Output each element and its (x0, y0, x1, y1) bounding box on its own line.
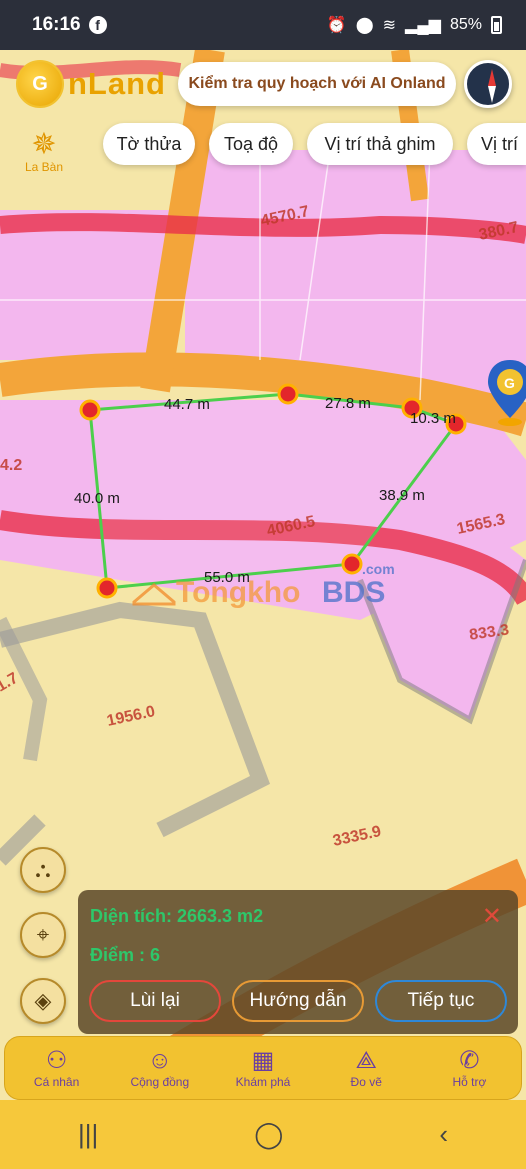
community-icon: ☺ (147, 1047, 173, 1074)
chip-vi-tri-tha-ghim[interactable]: Vị trí thả ghim (307, 123, 453, 165)
battery-icon (491, 16, 502, 34)
nav-ho-tro[interactable]: ✆ Hỗ trợ (418, 1037, 521, 1099)
chart-points-button[interactable]: ⛬ (20, 847, 66, 893)
measure-node[interactable] (277, 383, 299, 405)
points-readout: Điểm : 6 (90, 945, 161, 965)
user-icon: ⚇ (45, 1047, 68, 1074)
compass-icon[interactable] (464, 60, 512, 108)
segment-length: 40.0 m (74, 490, 120, 507)
segment-length: 38.9 m (379, 487, 425, 504)
chip-toa-do[interactable]: Toạ độ (209, 123, 293, 165)
segment-length: 44.7 m (164, 396, 210, 413)
wifi-icon: ≋ (382, 17, 397, 34)
la-ban-button[interactable]: ✵ La Bàn (20, 128, 68, 175)
status-bar: 16:16 f ⏰ ⬤ ≋ ▂▄▆ 85% (0, 0, 526, 50)
brand-wordmark: nLand (68, 66, 166, 101)
undo-button[interactable]: Lùi lại (89, 980, 221, 1022)
parcel-label: 1956.0 (105, 703, 157, 730)
brand-logo: G nLand (16, 60, 166, 108)
segment-length: 10.3 m (410, 410, 456, 427)
nav-label: Đo vẽ (350, 1075, 382, 1089)
signal-icon: ▂▄▆ (405, 17, 441, 34)
status-icons: ⏰ ⬤ ≋ ▂▄▆ 85% (327, 15, 502, 35)
bottom-nav: ⚇ Cá nhân ☺ Cộng đồng ▦ Khám phá ⟁ Đo vẽ… (4, 1036, 522, 1100)
chip-to-thua[interactable]: Tờ thửa (103, 123, 195, 165)
measure-node[interactable] (79, 399, 101, 421)
battery-percent: 85% (449, 16, 482, 33)
compass-draw-icon: ⟁ (355, 1047, 377, 1074)
compass-rose-icon: ✵ (31, 128, 57, 161)
nav-cong-dong[interactable]: ☺ Cộng đồng (108, 1037, 211, 1099)
back-icon[interactable]: ‹ (439, 1119, 448, 1150)
location-icon: ⬤ (355, 17, 374, 34)
nav-ca-nhan[interactable]: ⚇ Cá nhân (5, 1037, 108, 1099)
la-ban-label: La Bàn (24, 160, 64, 174)
phone-icon: ✆ (459, 1047, 480, 1074)
chip-vi-tri[interactable]: Vị trí (467, 123, 526, 165)
nav-label: Hỗ trợ (452, 1075, 487, 1089)
grid-icon: ▦ (251, 1047, 275, 1074)
parcel-area (0, 210, 170, 360)
alarm-icon: ⏰ (326, 17, 347, 34)
watermark-text: Tongkho (176, 576, 300, 609)
parcel-label: 1.7 (0, 670, 21, 696)
close-icon[interactable]: ✕ (482, 902, 502, 931)
scatter-chart-icon: ⛬ (35, 857, 51, 882)
measure-node[interactable] (96, 577, 118, 599)
guide-button[interactable]: Hướng dẫn (232, 980, 364, 1022)
parcel-label: 4.2 (0, 457, 22, 474)
watermark-text: BDS (322, 576, 385, 609)
crosshair-icon: ⌖ (36, 922, 50, 947)
measure-node[interactable] (341, 553, 363, 575)
area-readout: Diện tích: 2663.3 m2 (90, 906, 264, 926)
nav-kham-pha[interactable]: ▦ Khám phá (211, 1037, 314, 1099)
watermark-text: .com (362, 561, 395, 577)
parcel-label: 3335.9 (331, 823, 383, 850)
system-nav-bar: ||| ◯ ‹ (0, 1100, 526, 1169)
facebook-icon: f (88, 16, 107, 34)
nav-label: Khám phá (235, 1075, 291, 1089)
svg-text:G: G (504, 375, 515, 391)
coin-logo-icon: G (16, 60, 64, 108)
continue-button[interactable]: Tiếp tục (375, 980, 507, 1022)
measure-panel: Diện tích: 2663.3 m2 Điểm : 6 ✕ Lùi lại … (78, 890, 518, 1034)
layers-button[interactable]: ◈ (20, 978, 66, 1024)
layers-icon: ◈ (34, 988, 52, 1013)
compass-needle-north (488, 69, 496, 86)
nav-label: Cộng đồng (130, 1075, 190, 1089)
locate-me-button[interactable]: ⌖ (20, 912, 66, 958)
nav-do-ve[interactable]: ⟁ Đo vẽ (315, 1037, 418, 1099)
home-icon[interactable]: ◯ (254, 1119, 283, 1150)
compass-needle-south (488, 86, 496, 103)
ai-planning-check-button[interactable]: Kiểm tra quy hoạch với AI Onland (178, 62, 456, 106)
recent-apps-icon[interactable]: ||| (78, 1119, 98, 1150)
nav-label: Cá nhân (33, 1075, 80, 1089)
segment-length: 27.8 m (325, 395, 371, 412)
status-time: 16:16 (32, 14, 81, 35)
